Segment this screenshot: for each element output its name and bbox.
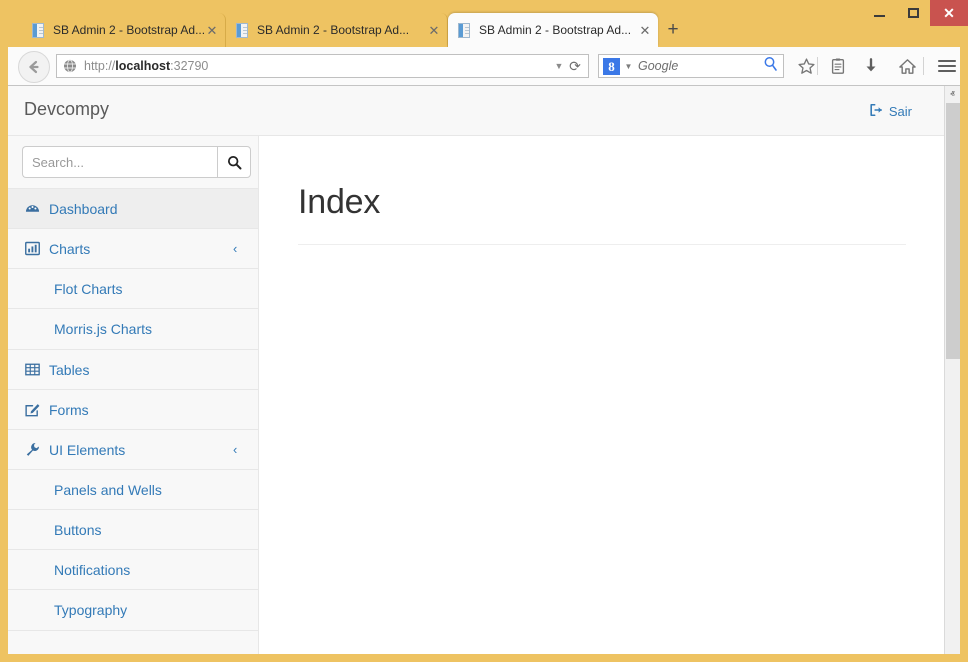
sidebar-item-forms[interactable]: Forms [8,390,258,430]
back-arrow-icon [26,59,42,75]
search-icon [227,155,242,170]
page-title-divider [298,244,906,245]
url-dropdown-icon[interactable]: ▼ [552,61,566,71]
sidebar-subitem-panels-and-wells[interactable]: Panels and Wells [8,470,258,510]
page-viewport: Devcompy Sair Search... Dashboard Charts… [8,86,960,654]
toolbar-separator [817,57,818,75]
browser-toolbar: http://localhost:32790 ▼ ⟳ 8 ▼ Google [8,47,960,86]
tab-close-icon[interactable]: ✕ [427,24,441,37]
sidebar-subitem-typography[interactable]: Typography [8,590,258,630]
main-content: Index [260,136,944,654]
sidebar-item-dashboard[interactable]: Dashboard [8,189,258,229]
browser-window: ✕ SB Admin 2 - Bootstrap Ad... ✕ SB Admi… [0,0,968,662]
reload-icon[interactable]: ⟳ [566,58,584,75]
tab-close-icon[interactable]: ✕ [638,24,652,37]
sign-out-icon [869,103,883,120]
browser-search-placeholder: Google [634,59,763,73]
downloads-icon[interactable] [857,52,885,80]
sidebar-group-charts: Charts ‹ Flot Charts Morris.js Charts [8,229,258,350]
new-tab-button[interactable]: + [662,19,684,41]
sidebar-subitem-flot-charts[interactable]: Flot Charts [8,269,258,309]
sidebar-item-label: UI Elements [49,442,233,458]
sidebar-subitem-morris-charts[interactable]: Morris.js Charts [8,309,258,349]
page-favicon-icon [236,23,250,38]
menu-hamburger-icon[interactable] [933,52,961,80]
chevron-left-icon: ‹ [233,241,243,256]
wrench-icon [24,442,40,457]
scroll-down-arrow-icon[interactable]: ⱟ [945,637,960,654]
sidebar: Dashboard Charts ‹ Flot [8,136,259,654]
logout-link[interactable]: Sair [869,103,912,120]
search-submit-button[interactable] [217,146,251,178]
table-icon [24,362,40,377]
search-magnifier-icon[interactable] [763,56,779,77]
back-button[interactable] [18,51,50,83]
tab-title: SB Admin 2 - Bootstrap Ad... [53,23,205,37]
browser-tab-1[interactable]: SB Admin 2 - Bootstrap Ad... ✕ [22,13,226,47]
scrollbar-thumb[interactable] [946,103,960,359]
page-favicon-icon [32,23,46,38]
sidebar-item-ui-elements[interactable]: UI Elements ‹ [8,430,258,470]
sidebar-item-label: Charts [49,241,233,257]
scroll-up-arrow-icon[interactable]: ⱏ [945,86,960,103]
tab-close-icon[interactable]: ✕ [205,24,219,37]
page-title: Index [298,183,944,222]
home-icon[interactable] [893,52,921,80]
bookmark-star-icon[interactable] [792,52,820,80]
url-text: http://localhost:32790 [84,59,552,73]
app-navbar: Devcompy Sair [8,86,944,136]
toolbar-separator [923,57,924,75]
chevron-left-icon: ‹ [233,442,243,457]
engine-dropdown-icon[interactable]: ▼ [623,62,634,71]
library-icon[interactable] [824,52,852,80]
sidebar-search-group [8,136,258,189]
tab-strip: SB Admin 2 - Bootstrap Ad... ✕ SB Admin … [0,13,968,47]
sidebar-subitem-notifications[interactable]: Notifications [8,550,258,590]
browser-tab-3-active[interactable]: SB Admin 2 - Bootstrap Ad... ✕ [448,13,658,47]
search-input[interactable] [22,146,217,178]
url-bar[interactable]: http://localhost:32790 ▼ ⟳ [56,54,589,78]
sidebar-item-label: Dashboard [49,201,243,217]
sidebar-item-label: Tables [49,362,243,378]
edit-pencil-icon [24,402,40,417]
globe-icon [63,59,77,73]
sidebar-item-tables[interactable]: Tables [8,350,258,390]
tab-title: SB Admin 2 - Bootstrap Ad... [257,23,427,37]
sidebar-group-ui-elements: UI Elements ‹ Panels and Wells Buttons N… [8,430,258,631]
dashboard-tachometer-icon [24,201,40,216]
browser-tab-2[interactable]: SB Admin 2 - Bootstrap Ad... ✕ [226,13,448,47]
tab-title: SB Admin 2 - Bootstrap Ad... [479,23,638,37]
sidebar-item-charts[interactable]: Charts ‹ [8,229,258,269]
sidebar-item-label: Forms [49,402,243,418]
app-brand[interactable]: Devcompy [24,99,109,120]
bar-chart-icon [24,241,40,256]
logout-label: Sair [889,104,912,119]
page-favicon-icon [458,23,472,38]
sidebar-subitem-buttons[interactable]: Buttons [8,510,258,550]
google-engine-icon[interactable]: 8 [603,58,620,75]
browser-search-bar[interactable]: 8 ▼ Google [598,54,784,78]
page-scrollbar[interactable]: ⱏ ⱟ [944,86,960,654]
